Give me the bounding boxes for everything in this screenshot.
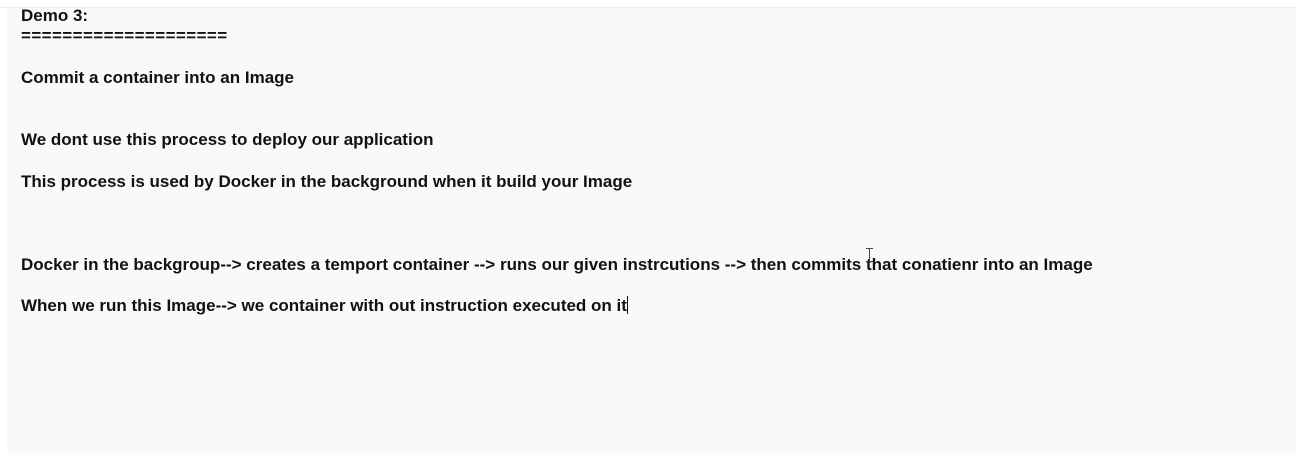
document-heading: Demo 3: (21, 6, 89, 25)
heading-underline-rule: ==================== (21, 26, 228, 45)
text-line: Commit a container into an Image (21, 68, 294, 87)
text-line: We dont use this process to deploy our a… (21, 130, 434, 149)
text-line: Docker in the backgroup--> creates a tem… (21, 255, 1093, 274)
text-line-last: When we run this Image--> we container w… (21, 296, 628, 316)
text-caret (626, 296, 628, 314)
top-edge (0, 0, 1296, 8)
text-line: This process is used by Docker in the ba… (21, 172, 633, 191)
document-editor[interactable]: Demo 3: ==================== Commit a co… (0, 0, 1296, 453)
text-ibeam-cursor-icon (866, 248, 873, 262)
left-margin (0, 8, 7, 453)
text-line-content: When we run this Image--> we container w… (21, 296, 627, 315)
